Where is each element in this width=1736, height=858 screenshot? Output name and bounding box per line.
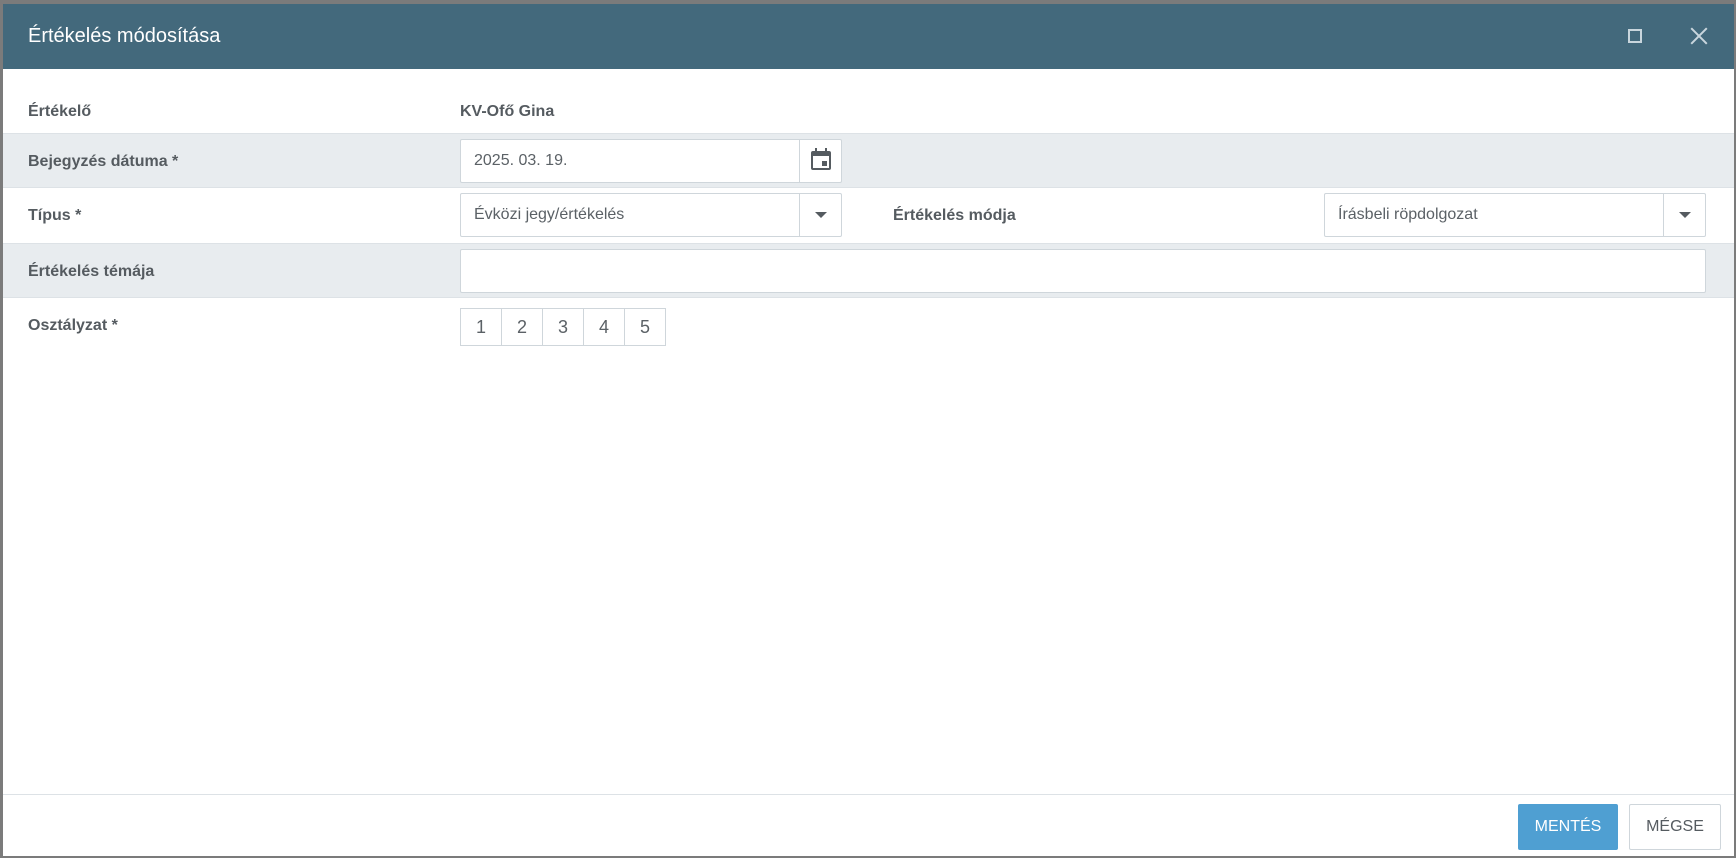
dialog-footer: MENTÉS MÉGSE: [3, 794, 1734, 856]
chevron-down-icon: [815, 212, 827, 218]
mode-label: Értékelés módja: [893, 207, 1016, 224]
mode-value: Írásbeli röpdolgozat: [1338, 206, 1478, 223]
chevron-down-icon: [1679, 212, 1691, 218]
topic-row: Értékelés témája: [3, 243, 1734, 298]
grade-option-3[interactable]: 3: [542, 308, 584, 346]
type-row: Típus * Évközi jegy/értékelés Értékelés …: [3, 188, 1734, 243]
calendar-icon: [811, 148, 831, 170]
topic-label: Értékelés témája: [28, 263, 155, 280]
grade-option-4[interactable]: 4: [583, 308, 625, 346]
date-field[interactable]: 2025. 03. 19.: [460, 139, 842, 183]
mode-select[interactable]: Írásbeli röpdolgozat: [1324, 193, 1706, 237]
evaluator-row: Értékelő KV-Ofő Gina: [3, 84, 1734, 139]
date-row: Bejegyzés dátuma * 2025. 03. 19.: [3, 133, 1734, 188]
grade-option-5[interactable]: 5: [624, 308, 666, 346]
type-value: Évközi jegy/értékelés: [474, 206, 625, 223]
type-label: Típus *: [28, 207, 82, 224]
mode-dropdown-toggle[interactable]: [1663, 194, 1705, 236]
dialog-title: Értékelés módosítása: [28, 25, 221, 47]
date-label: Bejegyzés dátuma *: [28, 153, 179, 170]
grade-option-2[interactable]: 2: [501, 308, 543, 346]
topic-input[interactable]: [460, 249, 1706, 293]
type-select[interactable]: Évközi jegy/értékelés: [460, 193, 842, 237]
close-icon[interactable]: [1689, 26, 1709, 46]
grade-selector: 1 2 3 4 5: [460, 308, 666, 346]
grade-row: Osztályzat * 1 2 3 4 5: [3, 298, 1734, 353]
cancel-button[interactable]: MÉGSE: [1629, 804, 1721, 850]
grade-label: Osztályzat *: [28, 317, 118, 334]
maximize-icon[interactable]: [1628, 29, 1642, 43]
edit-evaluation-dialog: Értékelés módosítása Értékelő KV-Ofő Gin…: [3, 4, 1734, 856]
type-dropdown-toggle[interactable]: [799, 194, 841, 236]
evaluator-value: KV-Ofő Gina: [460, 103, 555, 120]
evaluator-label: Értékelő: [28, 103, 92, 120]
date-value: 2025. 03. 19.: [474, 152, 568, 169]
save-button[interactable]: MENTÉS: [1518, 804, 1618, 850]
grade-option-1[interactable]: 1: [460, 308, 502, 346]
date-picker-button[interactable]: [799, 140, 841, 182]
dialog-titlebar: Értékelés módosítása: [3, 4, 1734, 69]
